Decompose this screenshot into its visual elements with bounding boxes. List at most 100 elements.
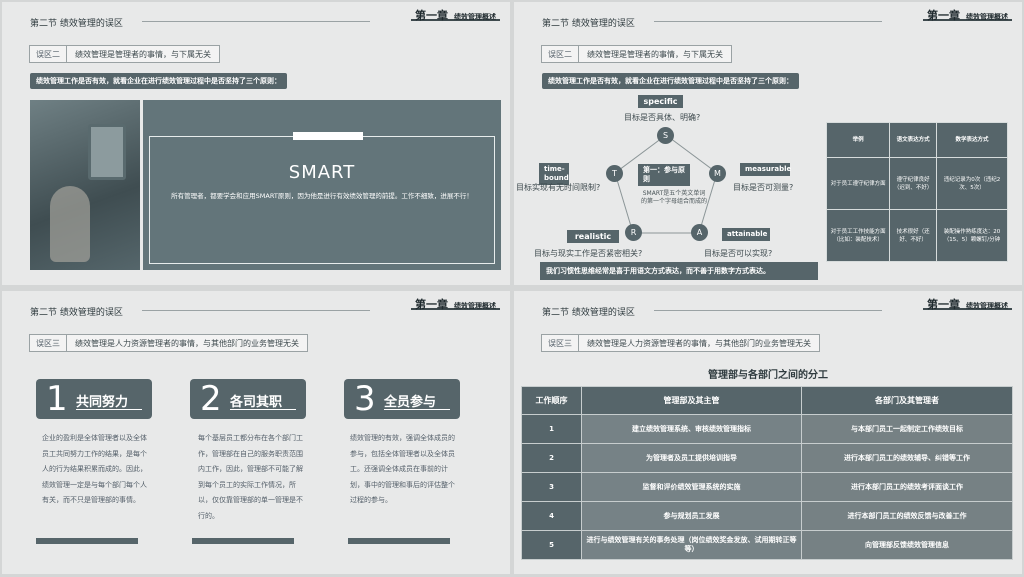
table-cell: 违纪记录为0次（违纪2次、5次） — [935, 157, 1009, 210]
card-text: 绩效管理的有效，强调全体成员的参与，包括全体管理者以及全体员工。还强调全体成员在… — [350, 434, 455, 504]
smart-title: SMART — [288, 162, 356, 183]
chapter-header: 第一章 绩效管理概述 — [923, 293, 1012, 311]
card-number: 3 — [354, 379, 376, 419]
table-row: 4 参与规划员工发展 进行本部门员工的绩效反馈与改善工作 — [521, 501, 1013, 531]
card-underline — [384, 409, 450, 410]
tag-value: 绩效管理是管理者的事情，与下属无关 — [75, 49, 211, 59]
card-foot-bar — [192, 538, 294, 544]
card-number: 1 — [46, 379, 68, 419]
card-3: 3 全员参与 — [344, 379, 460, 419]
table-cell: 监督和评价绩效管理系统的实施 — [581, 472, 802, 502]
table-header-cell: 数学表达方式 — [935, 122, 1009, 158]
tablet-photo — [30, 100, 140, 270]
table-header-row: 举例 语文表达方式 数学表达方式 — [825, 122, 1009, 158]
table-cell: 建立绩效管理系统、审核绩效管理指标 — [581, 414, 802, 444]
table-cell: 进行本部门员工的绩效考评面谈工作 — [801, 472, 1013, 502]
table-cell: 向管理部反馈绩效管理信息 — [801, 530, 1013, 560]
label-center: 第一：参与原则 — [638, 164, 690, 186]
card-title: 共同努力 — [76, 395, 129, 410]
table-cell: 遵守纪律良好（迟到、不好） — [889, 157, 937, 210]
label-realistic: realistic — [567, 230, 619, 243]
misconception-tag: 误区二 绩效管理是管理者的事情，与下属无关 — [29, 45, 220, 63]
table-cell: 进行本部门员工的绩效反馈与改善工作 — [801, 501, 1013, 531]
table-cell: 与本部门员工一起制定工作绩效目标 — [801, 414, 1013, 444]
card-1: 1 共同努力 — [36, 379, 152, 419]
misconception-tag: 误区三 绩效管理是人力资源管理者的事情，与其他部门的业务管理无关 — [29, 334, 308, 352]
table-row: 对于员工工作技能方面（比如：装配技术） 技术很好（还好、不好） 装配操作熟练度达… — [825, 209, 1009, 262]
table-row: 5 进行与绩效管理有关的事务处理（岗位绩效奖金发放、试用期转正等等） 向管理部反… — [521, 530, 1013, 560]
table-header-cell: 工作顺序 — [521, 386, 582, 415]
header-divider — [654, 310, 882, 311]
question-r: 目标与现实工作是否紧密相关? — [534, 249, 643, 258]
slide-smart-intro[interactable]: 第二节 绩效管理的误区 第一章 绩效管理概述 误区二 绩效管理是管理者的事情，与下… — [2, 2, 510, 285]
section-title: 第二节 绩效管理的误区 — [30, 19, 123, 29]
card-underline — [230, 409, 296, 410]
label-measurable: measurable — [740, 163, 791, 176]
tag-value: 绩效管理是人力资源管理者的事情，与其他部门的业务管理无关 — [587, 338, 811, 348]
card-title: 全员参与 — [384, 395, 437, 410]
table-cell: 对于员工工作技能方面（比如：装配技术） — [825, 209, 891, 262]
question-m: 目标是否可测量? — [733, 183, 794, 192]
slide-three-principles[interactable]: 第二节 绩效管理的误区 第一章 绩效管理概述 误区三 绩效管理是人力资源管理者的事… — [2, 291, 510, 574]
card-text: 每个基层员工都分布在各个部门工作，管理部在自己的服务职责范围内工作，因此，管理部… — [198, 434, 303, 520]
slide-division-table[interactable]: 第二节 绩效管理的误区 第一章 绩效管理概述 误区三 绩效管理是人力资源管理者的事… — [514, 291, 1022, 574]
card-number: 2 — [200, 379, 222, 419]
table-header-cell: 语文表达方式 — [889, 122, 937, 158]
table-header-cell: 各部门及其管理者 — [801, 386, 1013, 415]
bottom-banner: 我们习惯性思维经常是喜于用语文方式表达，而不善于用数字方式表达。 — [540, 262, 818, 280]
table-cell: 3 — [521, 472, 582, 502]
card-2: 2 各司其职 — [190, 379, 306, 419]
section-title: 第二节 绩效管理的误区 — [30, 308, 123, 318]
table-row: 3 监督和评价绩效管理系统的实施 进行本部门员工的绩效考评面谈工作 — [521, 472, 1013, 502]
question-t: 目标实现有无时间限制? — [516, 183, 601, 192]
card-underline — [76, 409, 142, 410]
chapter-label: 第一章 — [927, 298, 960, 311]
table-cell: 1 — [521, 414, 582, 444]
node-s: S — [657, 127, 674, 144]
slide-smart-diagram[interactable]: 第二节 绩效管理的误区 第一章 绩效管理概述 误区二 绩效管理是管理者的事情，与下… — [514, 2, 1022, 285]
smart-description: 所有管理者，都要学会和应用SMART原则，因为他是进行有效绩效管理的前提。工作不… — [171, 192, 473, 200]
table-header-row: 工作顺序 管理部及其主管 各部门及其管理者 — [521, 386, 1013, 415]
node-r: R — [625, 224, 642, 241]
table-cell: 技术很好（还好、不好） — [889, 209, 937, 262]
table-cell: 为管理者及员工提供培训指导 — [581, 443, 802, 473]
card-foot-bar — [348, 538, 450, 544]
chapter-subtitle: 绩效管理概述 — [966, 302, 1008, 310]
pentagon-note: SMART是五个英文单词的第一个字母组合而成的 — [641, 190, 708, 205]
label-specific: specific — [638, 95, 683, 108]
table-cell: 2 — [521, 443, 582, 473]
table-row: 1 建立绩效管理系统、审核绩效管理指标 与本部门员工一起制定工作绩效目标 — [521, 414, 1013, 444]
node-t: T — [606, 165, 623, 182]
smart-accent-bar — [293, 132, 363, 140]
node-a: A — [691, 224, 708, 241]
table-cell: 5 — [521, 530, 582, 560]
question-a: 目标是否可以实现? — [704, 249, 773, 258]
chapter-label: 第一章 — [415, 9, 448, 22]
smart-panel: SMART 所有管理者，都要学会和应用SMART原则，因为他是进行有效绩效管理的… — [143, 100, 501, 270]
question-s: 目标是否具体、明确? — [624, 113, 701, 122]
chapter-header: 第一章 绩效管理概述 — [411, 4, 500, 22]
label-attainable: attainable — [722, 228, 770, 241]
table-row: 对于员工遵守纪律方面 遵守纪律良好（迟到、不好） 违纪记录为0次（违纪2次、5次… — [825, 157, 1009, 210]
chapter-header: 第一章 绩效管理概述 — [411, 293, 500, 311]
tag-key: 误区三 — [30, 335, 67, 351]
hand-shape — [50, 186, 90, 262]
tag-key: 误区二 — [30, 46, 67, 62]
table-cell: 对于员工遵守纪律方面 — [825, 157, 891, 210]
card-foot-bar — [36, 538, 138, 544]
card-text: 企业的盈利是全体管理者以及全体员工共同努力工作的结果，是每个人的行为结果积累而成… — [42, 434, 147, 504]
principle-banner: 绩效管理工作是否有效，就看企业在进行绩效管理过程中是否坚持了三个原则： — [30, 73, 287, 89]
misconception-tag: 误区三 绩效管理是人力资源管理者的事情，与其他部门的业务管理无关 — [541, 334, 820, 352]
smart-frame — [149, 136, 495, 264]
division-table: 工作顺序 管理部及其主管 各部门及其管理者 1 建立绩效管理系统、审核绩效管理指… — [521, 386, 1013, 560]
header-divider — [142, 310, 370, 311]
tablet-shape — [88, 124, 126, 180]
tag-value: 绩效管理是人力资源管理者的事情，与其他部门的业务管理无关 — [75, 338, 299, 348]
table-row: 2 为管理者及员工提供培训指导 进行本部门员工的绩效辅导、纠错等工作 — [521, 443, 1013, 473]
section-title: 第二节 绩效管理的误区 — [542, 308, 635, 318]
table-header-cell: 举例 — [825, 122, 891, 158]
chapter-subtitle: 绩效管理概述 — [454, 13, 496, 21]
chapter-subtitle: 绩效管理概述 — [454, 302, 496, 310]
table-cell: 4 — [521, 501, 582, 531]
table-cell: 参与规划员工发展 — [581, 501, 802, 531]
